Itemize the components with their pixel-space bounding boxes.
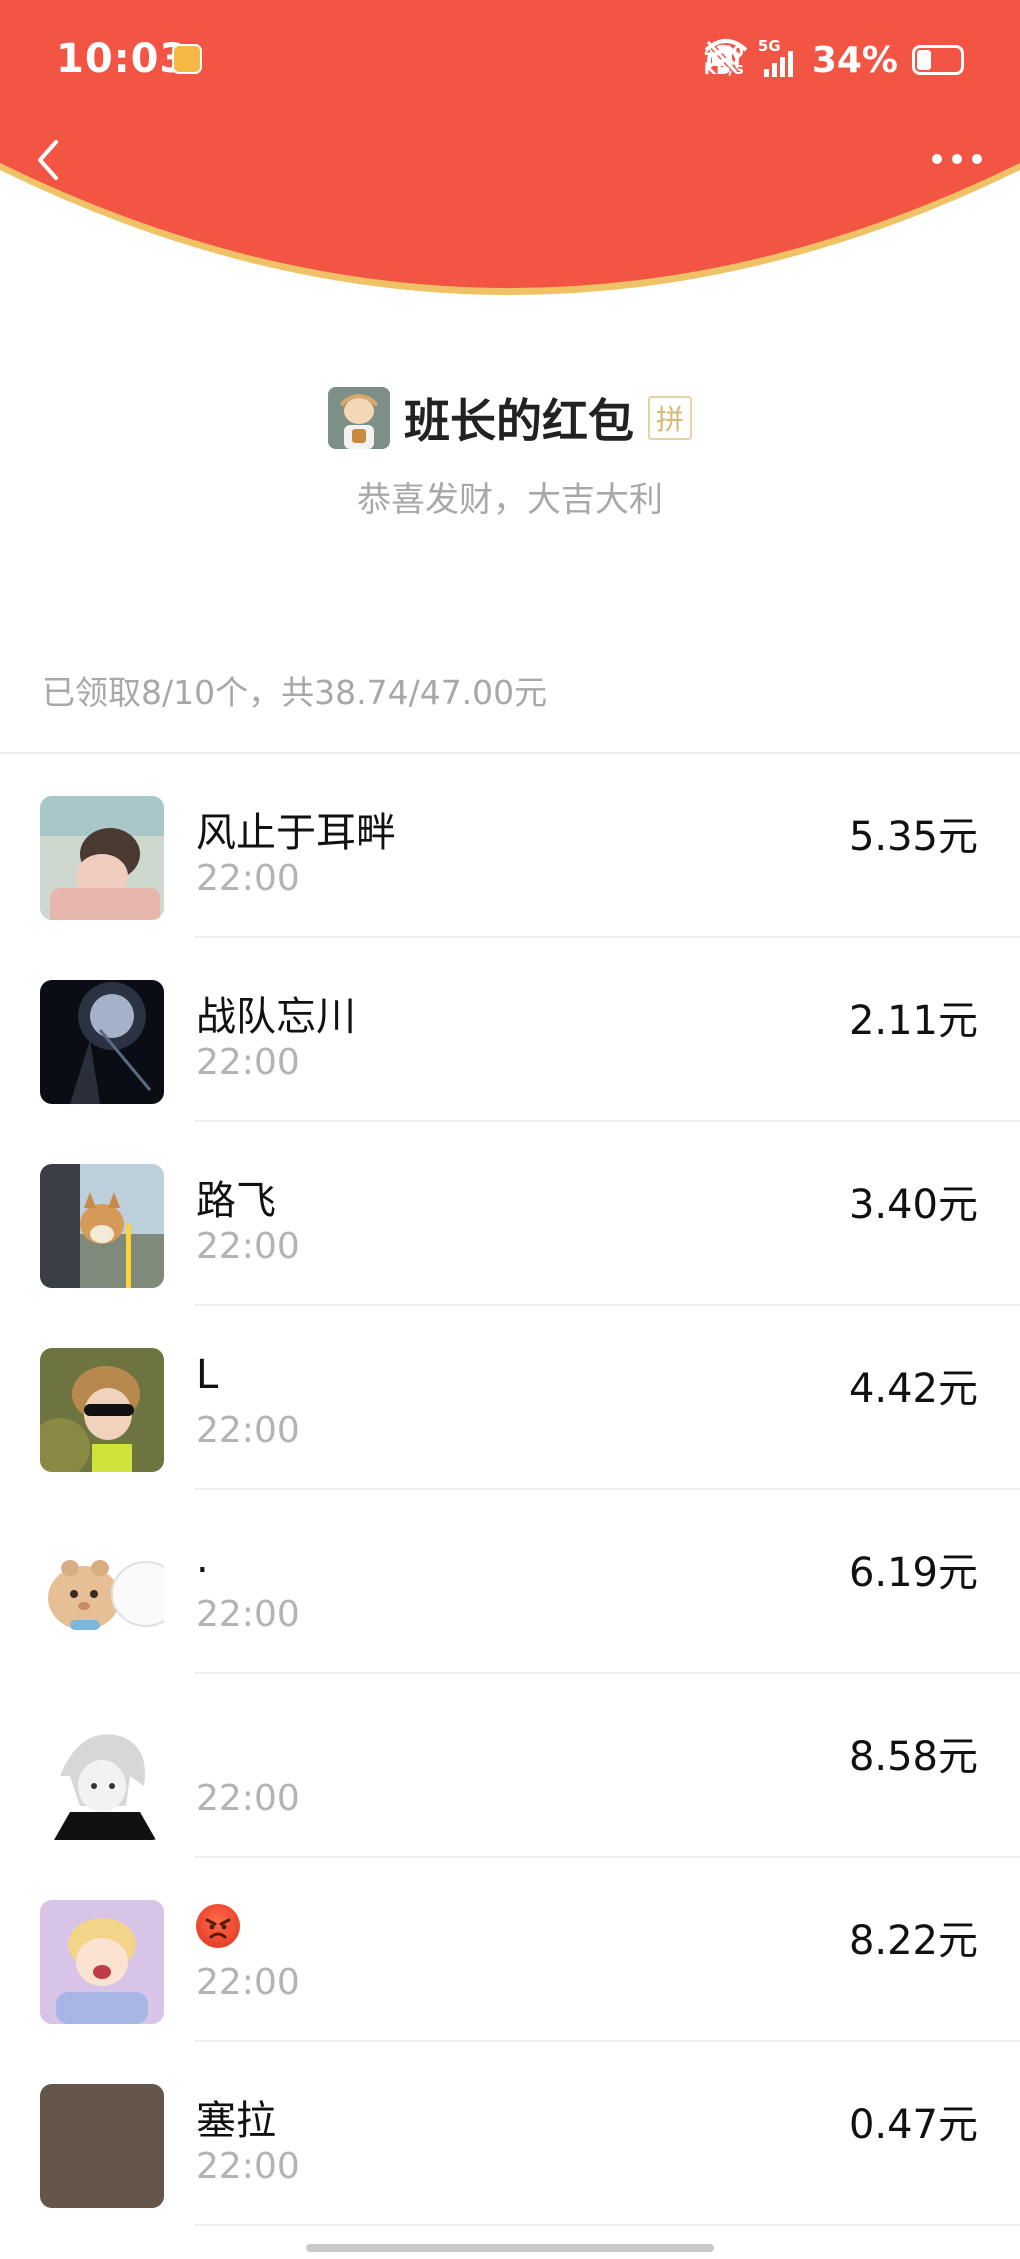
avatar-image <box>40 796 164 920</box>
avatar[interactable] <box>40 1532 164 1656</box>
sender-avatar[interactable] <box>328 387 390 449</box>
angry-face-emoji <box>196 1904 240 1948</box>
signal-bars-icon <box>763 51 793 77</box>
claim-summary: 已领取8/10个，共38.74/47.00元 <box>42 673 548 712</box>
avatar[interactable] <box>40 980 164 1104</box>
avatar-image <box>40 1348 164 1472</box>
chevron-left-icon <box>38 140 58 180</box>
more-dot <box>972 154 982 164</box>
recipient-name: L <box>196 1352 219 1398</box>
envelope-title-row: 班长的红包 拼 <box>0 385 1020 451</box>
recipient-name: . <box>196 1536 209 1582</box>
avatar[interactable] <box>40 1348 164 1472</box>
amount: 4.42元 <box>848 1366 978 1412</box>
avatar[interactable] <box>40 2084 164 2208</box>
recipient-name <box>196 1904 240 1958</box>
cell-signal: 5G <box>758 37 798 79</box>
more-dot <box>952 154 962 164</box>
list-item[interactable]: 风止于耳畔 22:00 5.35元 <box>0 754 1020 938</box>
avatar-image <box>40 1900 164 2024</box>
recipient-list: 风止于耳畔 22:00 5.35元 战队忘川 22:00 2.11元 路飞 22… <box>0 754 1020 2226</box>
list-item[interactable]: 22:00 8.58元 <box>0 1674 1020 1858</box>
receive-time: 22:00 <box>196 2146 300 2187</box>
header: 10:03 4.50 KB/s 5G <box>0 0 1020 310</box>
list-item[interactable]: . 22:00 6.19元 <box>0 1490 1020 1674</box>
list-item[interactable]: 22:00 8.22元 <box>0 1858 1020 2042</box>
pin-badge: 拼 <box>648 396 692 440</box>
list-item[interactable]: 战队忘川 22:00 2.11元 <box>0 938 1020 1122</box>
amount: 8.22元 <box>848 1918 978 1964</box>
avatar-image <box>40 1716 164 1840</box>
recipient-name: 战队忘川 <box>196 994 356 1040</box>
avatar[interactable] <box>40 1164 164 1288</box>
back-button[interactable] <box>28 130 68 190</box>
avatar[interactable] <box>40 1716 164 1840</box>
more-options-button[interactable] <box>932 150 982 168</box>
receive-time: 22:00 <box>196 1226 300 1267</box>
avatar[interactable] <box>40 1900 164 2024</box>
list-item[interactable]: 塞拉 22:00 0.47元 <box>0 2042 1020 2226</box>
status-bar: 10:03 4.50 KB/s 5G <box>0 0 1020 120</box>
home-indicator[interactable] <box>306 2244 714 2252</box>
avatar-image <box>40 980 164 1104</box>
receive-time: 22:00 <box>196 1594 300 1635</box>
app-notification-icon <box>172 44 202 74</box>
angry-face-glyph <box>205 1918 231 1939</box>
avatar-image <box>40 1164 164 1288</box>
battery-percent: 34% <box>811 39 898 81</box>
amount: 0.47元 <box>848 2102 978 2148</box>
recipient-name: 路飞 <box>196 1178 276 1224</box>
recipient-name: 塞拉 <box>196 2098 276 2144</box>
receive-time: 22:00 <box>196 1962 300 2003</box>
receive-time: 22:00 <box>196 1410 300 1451</box>
receive-time: 22:00 <box>196 858 300 899</box>
amount: 6.19元 <box>848 1550 978 1596</box>
amount: 5.35元 <box>848 814 978 860</box>
avatar-image <box>40 2084 164 2208</box>
divider <box>194 2224 1020 2226</box>
battery-icon <box>912 45 964 75</box>
status-indicators: 4.50 KB/s 5G 34% <box>704 37 964 82</box>
wifi-icon <box>704 39 748 74</box>
battery-fill <box>917 50 931 70</box>
sender-avatar-image <box>328 387 390 449</box>
recipient-name: 风止于耳畔 <box>196 810 396 856</box>
list-item[interactable]: L 22:00 4.42元 <box>0 1306 1020 1490</box>
list-item[interactable]: 路飞 22:00 3.40元 <box>0 1122 1020 1306</box>
avatar-image <box>40 1532 164 1656</box>
receive-time: 22:00 <box>196 1042 300 1083</box>
amount: 3.40元 <box>848 1182 978 1228</box>
amount: 8.58元 <box>848 1734 978 1780</box>
blessing-text: 恭喜发财，大吉大利 <box>357 480 663 520</box>
amount: 2.11元 <box>848 998 978 1044</box>
envelope-title: 班长的红包 <box>404 394 634 448</box>
receive-time: 22:00 <box>196 1778 300 1819</box>
more-dot <box>932 154 942 164</box>
status-time: 10:03 <box>56 36 189 82</box>
avatar[interactable] <box>40 796 164 920</box>
